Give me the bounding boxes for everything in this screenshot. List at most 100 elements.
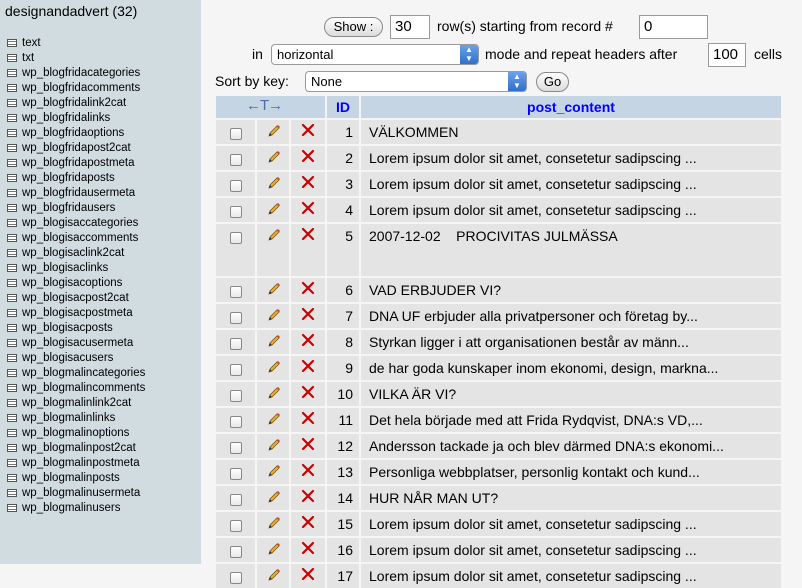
delete-x-icon[interactable] <box>301 307 315 321</box>
pencil-icon[interactable] <box>266 515 282 531</box>
table-icon[interactable] <box>7 414 17 422</box>
start-record-input[interactable]: 0 <box>639 15 708 39</box>
table-icon[interactable] <box>7 504 17 512</box>
table-icon[interactable] <box>7 249 17 257</box>
table-icon[interactable] <box>7 189 17 197</box>
pencil-icon[interactable] <box>266 175 282 191</box>
table-name[interactable]: wp_blogfridapost2cat <box>22 142 131 154</box>
table-name[interactable]: wp_blogisaclinks <box>22 262 108 274</box>
table-link[interactable]: wp_blogmalinposts <box>7 471 145 486</box>
table-name[interactable]: wp_blogisaccomments <box>22 232 138 244</box>
table-name[interactable]: txt <box>22 52 34 64</box>
delete-x-icon[interactable] <box>301 333 315 347</box>
display-mode-select[interactable]: horizontal ▲ ▼ <box>271 44 479 65</box>
row-checkbox[interactable] <box>230 494 242 506</box>
delete-x-icon[interactable] <box>301 227 315 241</box>
pencil-icon[interactable] <box>266 307 282 323</box>
table-icon[interactable] <box>7 339 17 347</box>
table-link[interactable]: wp_blogmalinlinks <box>7 411 145 426</box>
table-name[interactable]: wp_blogmalinoptions <box>22 427 129 439</box>
table-link[interactable]: wp_blogisacusermeta <box>7 336 145 351</box>
table-link[interactable]: wp_blogisacoptions <box>7 276 145 291</box>
table-link[interactable]: wp_blogmalincategories <box>7 366 145 381</box>
delete-x-icon[interactable] <box>301 567 315 581</box>
table-icon[interactable] <box>7 129 17 137</box>
table-name[interactable]: wp_blogfridausermeta <box>22 187 135 199</box>
pencil-icon[interactable] <box>266 541 282 557</box>
row-checkbox[interactable] <box>230 364 242 376</box>
table-name[interactable]: wp_blogmalinlinks <box>22 412 115 424</box>
table-icon[interactable] <box>7 159 17 167</box>
table-name[interactable]: wp_blogmalincomments <box>22 382 145 394</box>
table-icon[interactable] <box>7 99 17 107</box>
table-link[interactable]: wp_blogisaclinks <box>7 261 145 276</box>
delete-x-icon[interactable] <box>301 359 315 373</box>
table-icon[interactable] <box>7 114 17 122</box>
table-name[interactable]: wp_blogmalinlink2cat <box>22 397 131 409</box>
table-name[interactable]: wp_blogfridacategories <box>22 67 140 79</box>
table-icon[interactable] <box>7 204 17 212</box>
row-checkbox[interactable] <box>230 442 242 454</box>
table-icon[interactable] <box>7 354 17 362</box>
delete-x-icon[interactable] <box>301 541 315 555</box>
table-link[interactable]: wp_blogmalinoptions <box>7 426 145 441</box>
table-link[interactable]: wp_blogisacpostmeta <box>7 306 145 321</box>
table-link[interactable]: wp_blogisaclink2cat <box>7 246 145 261</box>
table-name[interactable]: wp_blogmalinusermeta <box>22 487 140 499</box>
table-link[interactable]: text <box>7 36 145 51</box>
table-link[interactable]: wp_blogisaccategories <box>7 216 145 231</box>
pencil-icon[interactable] <box>266 201 282 217</box>
column-header-id[interactable]: ID <box>327 96 359 118</box>
row-checkbox[interactable] <box>230 128 242 140</box>
table-icon[interactable] <box>7 69 17 77</box>
table-icon[interactable] <box>7 474 17 482</box>
pencil-icon[interactable] <box>266 385 282 401</box>
table-name[interactable]: wp_blogmalincategories <box>22 367 145 379</box>
repeat-headers-input[interactable]: 100 <box>708 43 746 67</box>
table-link[interactable]: wp_blogfridalink2cat <box>7 96 145 111</box>
row-checkbox[interactable] <box>230 338 242 350</box>
pencil-icon[interactable] <box>266 149 282 165</box>
table-link[interactable]: wp_blogmalinlink2cat <box>7 396 145 411</box>
table-link[interactable]: wp_blogisacposts <box>7 321 145 336</box>
row-checkbox[interactable] <box>230 468 242 480</box>
table-icon[interactable] <box>7 444 17 452</box>
pencil-icon[interactable] <box>266 489 282 505</box>
show-button[interactable]: Show : <box>324 17 383 37</box>
table-name[interactable]: wp_blogisaccategories <box>22 217 138 229</box>
table-name[interactable]: wp_blogisacusermeta <box>22 337 133 349</box>
delete-x-icon[interactable] <box>301 385 315 399</box>
pencil-icon[interactable] <box>266 359 282 375</box>
table-icon[interactable] <box>7 39 17 47</box>
pencil-icon[interactable] <box>266 463 282 479</box>
pencil-icon[interactable] <box>266 411 282 427</box>
sort-key-select[interactable]: None ▲ ▼ <box>305 71 527 92</box>
row-checkbox[interactable] <box>230 572 242 584</box>
table-name[interactable]: wp_blogisacposts <box>22 322 113 334</box>
table-link[interactable]: wp_blogfridaoptions <box>7 126 145 141</box>
table-link[interactable]: wp_blogmalinpostmeta <box>7 456 145 471</box>
rows-count-input[interactable]: 30 <box>390 15 430 39</box>
table-name[interactable]: wp_blogisacpostmeta <box>22 307 133 319</box>
row-checkbox[interactable] <box>230 520 242 532</box>
table-link[interactable]: wp_blogfridaposts <box>7 171 145 186</box>
delete-x-icon[interactable] <box>301 437 315 451</box>
row-checkbox[interactable] <box>230 390 242 402</box>
table-link[interactable]: wp_blogfridapostmeta <box>7 156 145 171</box>
table-link[interactable]: wp_blogmalinusermeta <box>7 486 145 501</box>
table-link[interactable]: wp_blogmalinusers <box>7 501 145 516</box>
table-name[interactable]: wp_blogisaclink2cat <box>22 247 124 259</box>
delete-x-icon[interactable] <box>301 411 315 425</box>
table-name[interactable]: wp_blogisacusers <box>22 352 113 364</box>
pencil-icon[interactable] <box>266 227 282 243</box>
table-icon[interactable] <box>7 54 17 62</box>
pencil-icon[interactable] <box>266 333 282 349</box>
row-checkbox[interactable] <box>230 232 242 244</box>
table-name[interactable]: wp_blogfridaoptions <box>22 127 124 139</box>
row-checkbox[interactable] <box>230 286 242 298</box>
delete-x-icon[interactable] <box>301 281 315 295</box>
delete-x-icon[interactable] <box>301 149 315 163</box>
table-icon[interactable] <box>7 84 17 92</box>
row-checkbox[interactable] <box>230 206 242 218</box>
table-link[interactable]: wp_blogmalinpost2cat <box>7 441 145 456</box>
